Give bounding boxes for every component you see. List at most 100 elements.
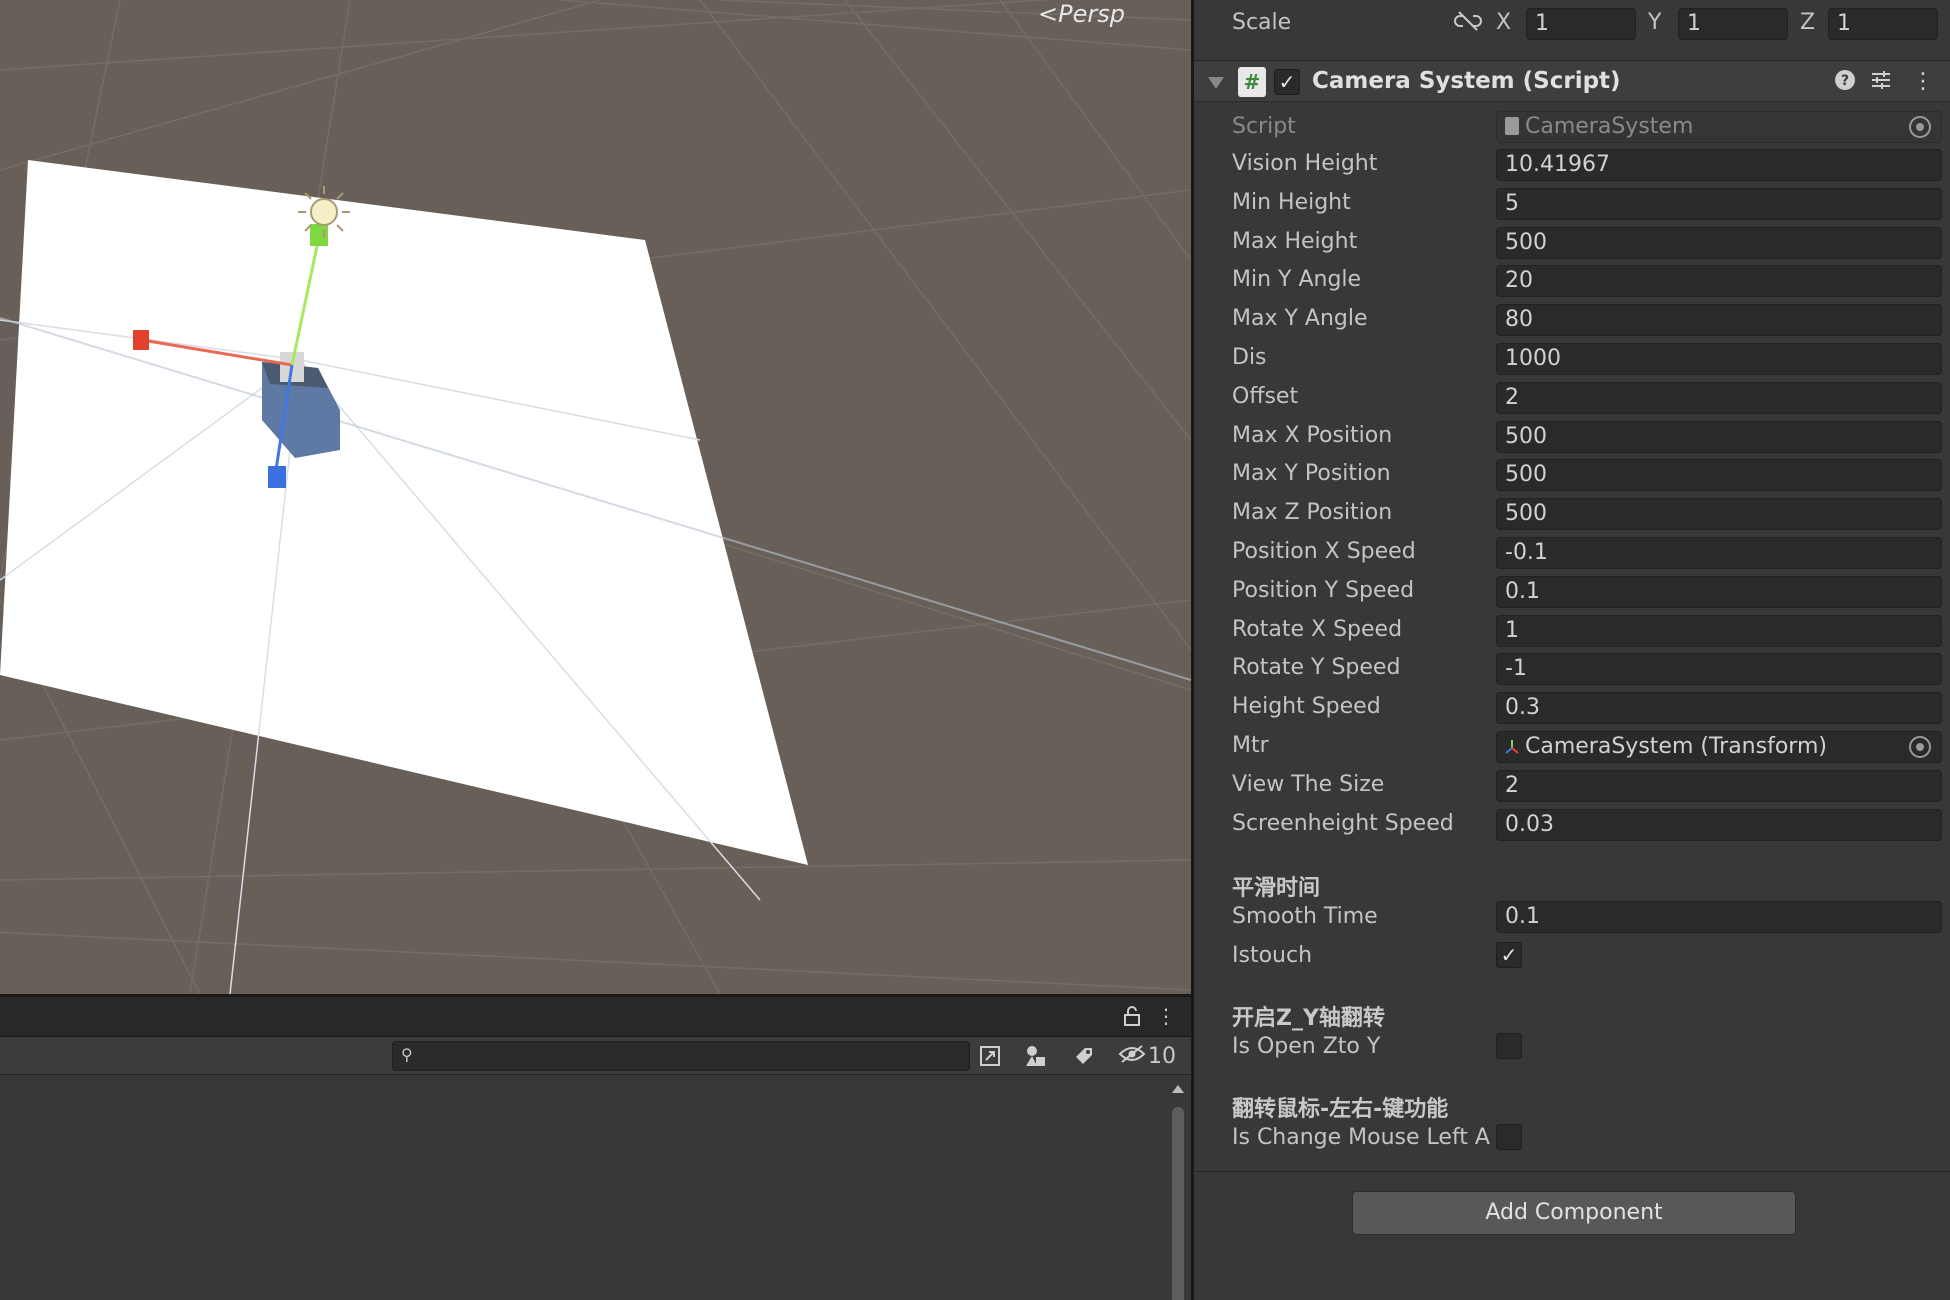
component-title: Camera System (Script) — [1312, 68, 1621, 94]
mtr-label: Mtr — [1232, 733, 1269, 758]
dis-label: Dis — [1232, 345, 1267, 370]
scale-label: Scale — [1232, 10, 1292, 35]
persp-arrow-icon: < — [1038, 0, 1059, 28]
filter-by-label-icon[interactable] — [1068, 1041, 1100, 1071]
height-speed-label: Height Speed — [1232, 694, 1381, 719]
transform-scale-row: Scale X 1 Y 1 Z 1 — [1194, 0, 1950, 52]
presets-icon[interactable] — [1870, 69, 1892, 97]
hidden-objects-toggle[interactable]: 10 — [1118, 1041, 1184, 1071]
max-x-position-label: Max X Position — [1232, 423, 1393, 448]
hidden-count: 10 — [1148, 1043, 1176, 1069]
scale-z-label: Z — [1800, 10, 1816, 35]
height-speed-field[interactable]: 0.3 — [1496, 692, 1942, 724]
offset-field[interactable]: 2 — [1496, 382, 1942, 414]
scale-y-field[interactable]: 1 — [1678, 8, 1788, 40]
panel-tab-bar: ⋮ — [0, 997, 1191, 1037]
perspective-label[interactable]: <Persp — [1038, 0, 1125, 28]
smooth-time-field[interactable]: 0.1 — [1496, 901, 1942, 933]
rotate-x-speed-field[interactable]: 1 — [1496, 615, 1942, 647]
hierarchy-toolbar: ⚲ 10 — [0, 1037, 1191, 1075]
mtr-value: CameraSystem (Transform) — [1525, 734, 1827, 759]
inspector-panel: Scale X 1 Y 1 Z 1 # ✓ Camera System (Scr… — [1194, 0, 1950, 1300]
x-axis-cap[interactable] — [133, 330, 149, 350]
section-smooth-header: 平滑时间 — [1232, 876, 1321, 901]
svg-text:?: ? — [1841, 73, 1849, 89]
open-zy-checkbox[interactable] — [1496, 1033, 1522, 1059]
hierarchy-panel: ⋮ ⚲ 10 — [0, 994, 1191, 1300]
position-y-speed-label: Position Y Speed — [1232, 578, 1415, 603]
dis-field[interactable]: 1000 — [1496, 343, 1942, 375]
position-x-speed-label: Position X Speed — [1232, 539, 1416, 564]
min-height-label: Min Height — [1232, 190, 1351, 215]
max-height-field[interactable]: 500 — [1496, 227, 1942, 259]
screenheight-speed-field[interactable]: 0.03 — [1496, 809, 1942, 841]
z-axis-cap[interactable] — [268, 466, 286, 488]
rotate-y-speed-label: Rotate Y Speed — [1232, 655, 1401, 680]
script-reference-field: CameraSystem — [1496, 111, 1942, 143]
object-picker-icon[interactable] — [1909, 736, 1931, 758]
y-axis-cap[interactable] — [310, 224, 328, 246]
scroll-thumb[interactable] — [1172, 1107, 1184, 1300]
position-x-speed-field[interactable]: -0.1 — [1496, 537, 1942, 569]
istouch-label: Istouch — [1232, 943, 1313, 968]
position-y-speed-field[interactable]: 0.1 — [1496, 576, 1942, 608]
open-zy-label: Is Open Zto Y — [1232, 1034, 1381, 1059]
scroll-up-arrow-icon[interactable] — [1172, 1085, 1184, 1093]
min-y-angle-label: Min Y Angle — [1232, 267, 1362, 292]
search-icon: ⚲ — [401, 1045, 413, 1064]
max-x-position-field[interactable]: 500 — [1496, 421, 1942, 453]
foldout-arrow-icon[interactable] — [1208, 77, 1224, 89]
component-menu-icon[interactable]: ⋮ — [1912, 69, 1934, 94]
view-the-size-field[interactable]: 2 — [1496, 770, 1942, 802]
hierarchy-search-input[interactable]: ⚲ — [392, 1041, 970, 1071]
scale-x-label: X — [1496, 10, 1512, 35]
scale-y-label: Y — [1648, 10, 1662, 35]
change-mouse-label: Is Change Mouse Left A — [1232, 1125, 1490, 1150]
max-y-position-field[interactable]: 500 — [1496, 459, 1942, 491]
view-the-size-label: View The Size — [1232, 772, 1385, 797]
rotate-x-speed-label: Rotate X Speed — [1232, 617, 1403, 642]
csharp-script-icon: # — [1238, 67, 1266, 97]
constrain-proportions-icon[interactable] — [1454, 10, 1482, 36]
min-height-field[interactable]: 5 — [1496, 188, 1942, 220]
max-z-position-label: Max Z Position — [1232, 500, 1393, 525]
rotate-y-speed-field[interactable]: -1 — [1496, 653, 1942, 685]
section-zy-header: 开启Z_Y轴翻转 — [1232, 1006, 1385, 1031]
help-icon[interactable]: ? — [1834, 69, 1856, 97]
max-y-angle-field[interactable]: 80 — [1496, 304, 1942, 336]
section-mouse-header: 翻转鼠标-左右-键功能 — [1232, 1097, 1449, 1122]
object-picker-icon — [1909, 116, 1931, 138]
scale-x-field[interactable]: 1 — [1526, 8, 1636, 40]
scene-visibility-icon[interactable] — [974, 1041, 1006, 1071]
scene-canvas[interactable] — [0, 0, 1191, 994]
screenheight-speed-label: Screenheight Speed — [1232, 811, 1454, 836]
transform-icon — [1505, 734, 1519, 754]
scene-view[interactable]: <Persp — [0, 0, 1191, 994]
smooth-time-label: Smooth Time — [1232, 904, 1378, 929]
filter-by-type-icon[interactable] — [1020, 1041, 1052, 1071]
ground-plane[interactable] — [0, 160, 808, 865]
scale-z-field[interactable]: 1 — [1828, 8, 1938, 40]
max-y-position-label: Max Y Position — [1232, 461, 1391, 486]
light-icon[interactable] — [298, 186, 350, 238]
hierarchy-scrollbar[interactable] — [1168, 1079, 1188, 1300]
mtr-field[interactable]: CameraSystem (Transform) — [1496, 731, 1942, 763]
vision-height-label: Vision Height — [1232, 151, 1378, 176]
script-label: Script — [1232, 114, 1296, 139]
max-y-angle-label: Max Y Angle — [1232, 306, 1368, 331]
max-z-position-field[interactable]: 500 — [1496, 498, 1942, 530]
script-file-icon — [1505, 117, 1519, 135]
lock-icon[interactable] — [1116, 1001, 1148, 1031]
change-mouse-checkbox[interactable] — [1496, 1124, 1522, 1150]
component-enabled-checkbox[interactable]: ✓ — [1274, 69, 1300, 95]
istouch-checkbox[interactable]: ✓ — [1496, 942, 1522, 968]
more-options-icon[interactable]: ⋮ — [1150, 1001, 1182, 1031]
min-y-angle-field[interactable]: 20 — [1496, 265, 1942, 297]
max-height-label: Max Height — [1232, 229, 1358, 254]
eye-slash-icon — [1118, 1044, 1146, 1069]
camera-system-component-header[interactable]: # ✓ Camera System (Script) ? ⋮ — [1194, 60, 1950, 102]
vision-height-field[interactable]: 10.41967 — [1496, 149, 1942, 181]
add-component-button[interactable]: Add Component — [1352, 1191, 1796, 1235]
offset-label: Offset — [1232, 384, 1299, 409]
inspector-divider — [1194, 1171, 1950, 1172]
